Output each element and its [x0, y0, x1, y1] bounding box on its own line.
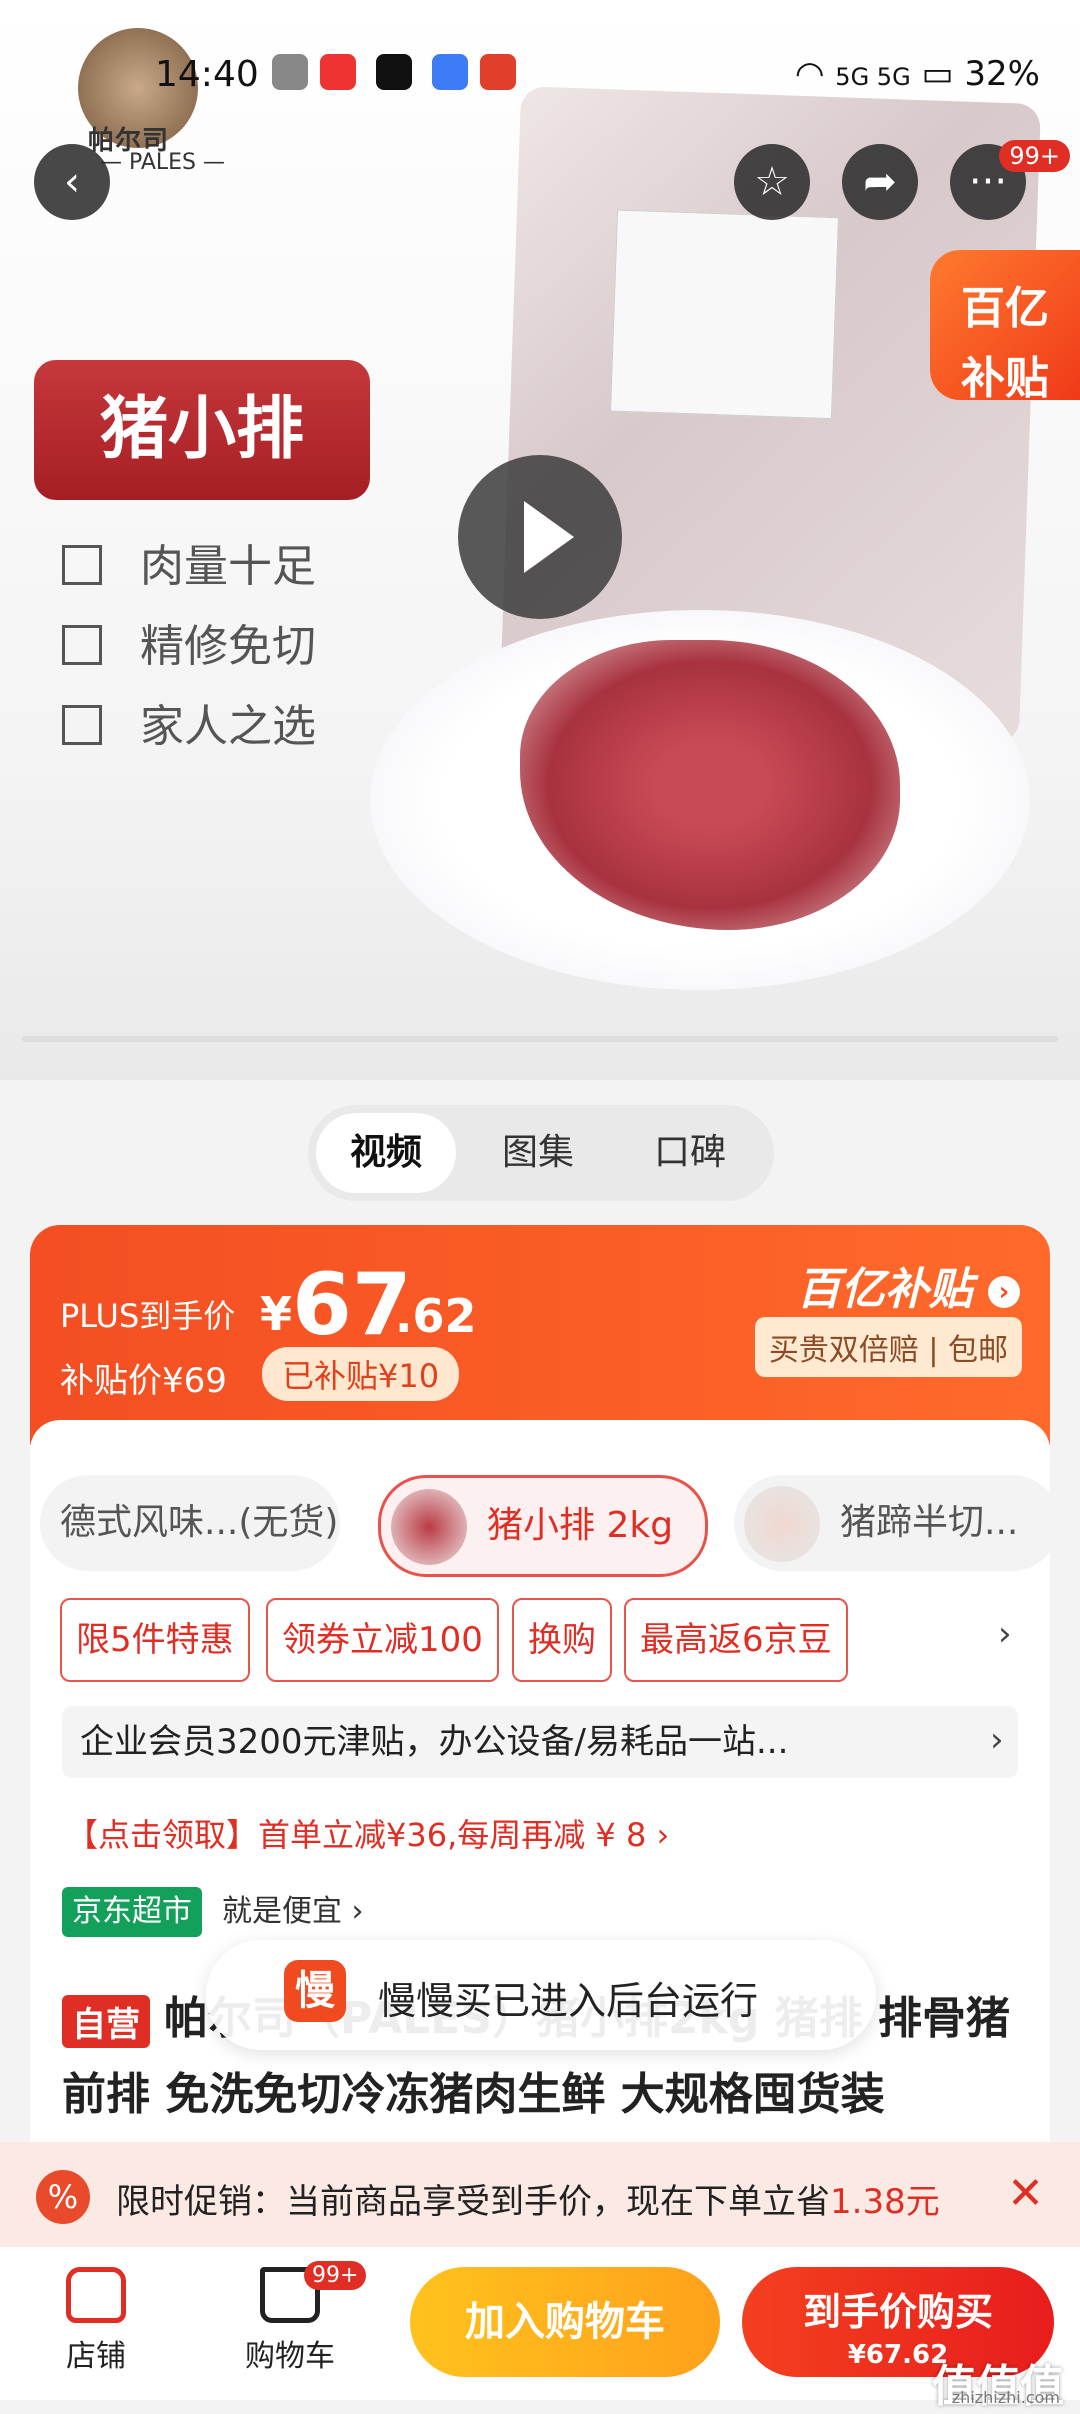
store-button[interactable]: 店铺	[36, 2267, 156, 2375]
close-icon[interactable]: ✕	[1007, 2168, 1044, 2219]
tab-video[interactable]: 视频	[316, 1113, 456, 1193]
chevron-right-icon: ›	[988, 1276, 1020, 1308]
guarantee-badge[interactable]: 买贵双倍赔 | 包邮	[754, 1317, 1022, 1377]
buy-label: 到手价购买	[802, 2290, 993, 2334]
tiktok-icon	[376, 54, 412, 90]
promo-chip[interactable]: 限5件特惠	[60, 1598, 250, 1682]
enterprise-chevron-icon: ›	[990, 1720, 1004, 1760]
product-name-banner: 猪小排	[34, 360, 370, 500]
status-time: 14:40	[155, 54, 259, 95]
feature-2: 精修免切	[62, 610, 316, 674]
battery-percent: 32%	[964, 54, 1040, 94]
realme-icon	[272, 54, 308, 90]
cart-badge: 99+	[304, 2261, 367, 2290]
variant-option[interactable]: 猪蹄半切...	[734, 1475, 1060, 1571]
jd-supermarket-tag[interactable]: 京东超市	[62, 1887, 202, 1937]
coupon-link[interactable]: 【点击领取】首单立减¥36,每周再减 ¥ 8 ›	[66, 1810, 669, 1856]
variant-label: 猪小排 2kg	[487, 1505, 674, 1546]
message-badge: 99+	[999, 140, 1070, 172]
self-operated-tag: 自营	[62, 1994, 150, 2048]
toast-text: 慢慢买已进入后台运行	[378, 1979, 759, 2023]
more-dots-icon: ···	[968, 159, 1008, 205]
limited-promo-text: 限时促销：当前商品享受到手价，现在下单立省1.38元	[116, 2182, 940, 2222]
play-video-button[interactable]	[458, 455, 622, 619]
variant-thumbnail	[391, 1489, 467, 1565]
taobao-icon	[480, 54, 516, 90]
product-image-carousel[interactable]: 帕尔司 — PALES — 14:40 ◠ 5G 5G ▭ 32% ‹ ☆ ➦ …	[0, 0, 1080, 1080]
back-button[interactable]: ‹	[34, 144, 110, 220]
limited-promo-amount: 1.38元	[830, 2182, 940, 2222]
subsidized-chip: 已补贴¥10	[262, 1347, 460, 1401]
promo-chip[interactable]: 最高返6京豆	[624, 1598, 848, 1682]
subsidy-brand-label: 百亿补贴	[796, 1264, 973, 1315]
signal-icon: 5G 5G	[835, 63, 911, 91]
star-icon: ☆	[754, 159, 790, 205]
watermark-url: zhizhizhi.com	[951, 2388, 1060, 2407]
app-icon-red	[320, 54, 356, 90]
variant-thumbnail	[744, 1486, 820, 1562]
promo-chip[interactable]: 换购	[512, 1598, 612, 1682]
price-card: PLUS到手价 ¥ 67 .62 补贴价¥69 已补贴¥10 百亿补贴 › 买贵…	[30, 1225, 1050, 1445]
percent-icon: %	[36, 2170, 90, 2224]
media-tabs: 视频 图集 口碑	[308, 1105, 774, 1201]
share-icon: ➦	[863, 159, 897, 205]
battery-icon: ▭	[921, 54, 954, 94]
manmanmai-icon: 慢	[284, 1960, 346, 2022]
enterprise-banner[interactable]: 企业会员3200元津贴，办公设备/易耗品一站...	[62, 1706, 1018, 1778]
promos-more-icon[interactable]: ›	[998, 1614, 1012, 1654]
favorite-button[interactable]: ☆	[734, 144, 810, 220]
feature-1: 肉量十足	[62, 530, 316, 594]
variant-label: 德式风味...(无货)	[60, 1502, 339, 1543]
subsidy-corner-tag: 百亿 补贴	[930, 250, 1080, 404]
baidu-icon	[432, 54, 468, 90]
store-icon	[66, 2267, 126, 2323]
promo-chip[interactable]: 领券立减100	[266, 1598, 499, 1682]
subsidy-tag-line2: 补贴	[961, 353, 1049, 404]
limited-promo-strip[interactable]: % 限时促销：当前商品享受到手价，现在下单立省1.38元 ✕	[0, 2142, 1080, 2247]
plus-price-label: PLUS到手价	[60, 1297, 236, 1335]
bottom-action-bar: 店铺 99+ 购物车 加入购物车 到手价购买 ¥67.62	[0, 2247, 1080, 2400]
price-currency: ¥	[260, 1287, 293, 1341]
brand-logo-subtext: — PALES —	[100, 150, 226, 175]
product-title-line2: 前排 免洗免切冷冻猪肉生鲜 大规格囤货装	[62, 2069, 885, 2120]
store-label: 店铺	[66, 2339, 126, 2374]
add-to-cart-button[interactable]: 加入购物车	[410, 2267, 720, 2377]
cart-button[interactable]: 99+ 购物车	[230, 2261, 367, 2375]
subsidy-tag-line1: 百亿	[961, 283, 1049, 334]
cart-label: 购物车	[245, 2339, 335, 2374]
tab-gallery[interactable]: 图集	[468, 1113, 608, 1193]
checkbox-icon	[62, 625, 102, 665]
carousel-progress	[22, 1036, 1058, 1042]
subsidy-brand-link[interactable]: 百亿补贴 ›	[797, 1253, 1020, 1317]
price-decimal: .62	[395, 1289, 477, 1343]
variant-option[interactable]: 德式风味...(无货)	[40, 1475, 340, 1571]
price-integer: 67	[292, 1255, 412, 1355]
enterprise-banner-text: 企业会员3200元津贴，办公设备/易耗品一站...	[80, 1722, 789, 1762]
checkbox-icon	[62, 545, 102, 585]
background-toast: 慢 慢慢买已进入后台运行	[206, 1940, 876, 2050]
feature-3: 家人之选	[62, 690, 316, 754]
store-slogan[interactable]: 就是便宜 ›	[222, 1887, 364, 1937]
checkbox-icon	[62, 705, 102, 745]
back-arrow-icon: ‹	[64, 159, 80, 205]
tab-reviews[interactable]: 口碑	[620, 1113, 760, 1193]
wifi-icon: ◠	[794, 54, 825, 94]
status-bar: 14:40 ◠ 5G 5G ▭ 32%	[0, 40, 1080, 100]
variant-label: 猪蹄半切...	[840, 1502, 1019, 1543]
variant-option-selected[interactable]: 猪小排 2kg	[378, 1475, 708, 1577]
share-button[interactable]: ➦	[842, 144, 918, 220]
subsidy-price: 补贴价¥69	[60, 1361, 227, 1401]
